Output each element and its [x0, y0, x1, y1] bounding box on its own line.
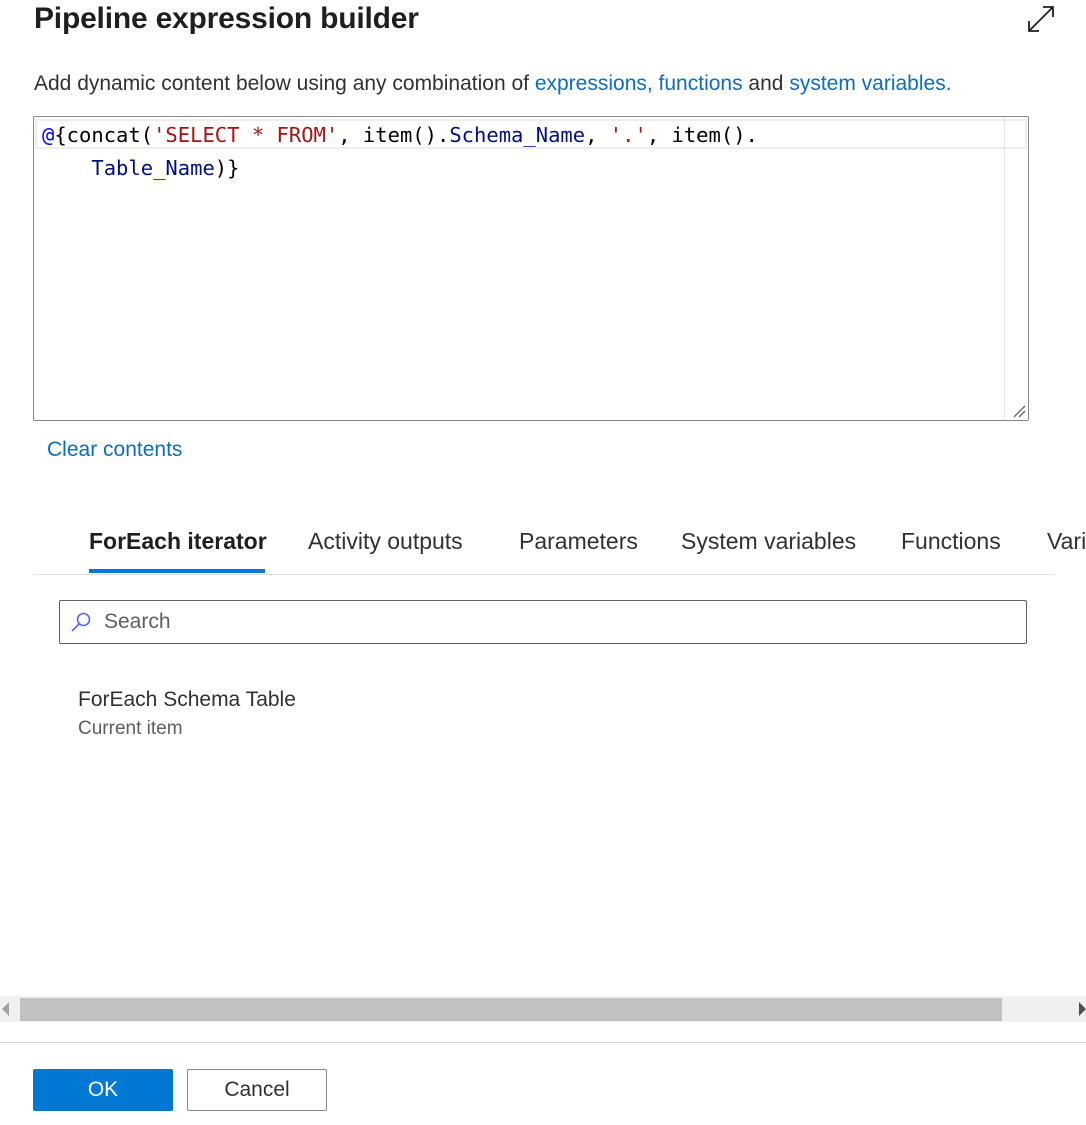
clear-contents-link[interactable]: Clear contents — [47, 438, 182, 462]
expressions-functions-link[interactable]: expressions, functions — [535, 72, 743, 95]
expand-button[interactable] — [1024, 2, 1058, 36]
list-item[interactable]: ForEach Schema Table Current item — [78, 688, 296, 740]
tab-activity-outputs[interactable]: Activity outputs — [308, 528, 463, 555]
expression-editor[interactable]: @{concat('SELECT * FROM', item().Schema_… — [33, 116, 1029, 421]
description-and: and — [742, 72, 790, 95]
tab-bar: ForEach iterator Activity outputs Parame… — [33, 520, 1086, 575]
code-token: )} — [214, 156, 240, 180]
code-token: , item(). — [646, 123, 758, 147]
editor-ruler — [1004, 117, 1005, 420]
list-item-name: ForEach Schema Table — [78, 688, 296, 711]
tab-system-variables[interactable]: System variables — [681, 528, 856, 555]
tab-functions[interactable]: Functions — [901, 528, 1001, 555]
code-at-token: @ — [42, 123, 55, 147]
tab-foreach-iterator[interactable]: ForEach iterator — [89, 528, 267, 555]
code-property-token: Schema_Name — [449, 123, 586, 147]
horizontal-scrollbar[interactable] — [0, 996, 1086, 1022]
code-string-token: '.' — [609, 123, 647, 147]
description: Add dynamic content below using any comb… — [34, 72, 952, 96]
code-token: , — [585, 123, 610, 147]
search-box[interactable] — [59, 600, 1027, 644]
tab-variables[interactable]: Vari — [1047, 528, 1086, 555]
search-input[interactable] — [104, 607, 1004, 637]
expand-diagonal-icon — [1028, 6, 1054, 32]
code-property-token: Table_Name — [91, 156, 215, 180]
search-icon — [71, 612, 91, 632]
ok-button[interactable]: OK — [33, 1069, 173, 1111]
expression-code[interactable]: @{concat('SELECT * FROM', item().Schema_… — [42, 119, 758, 185]
resize-grip-icon[interactable] — [1012, 404, 1026, 418]
code-string-token: 'SELECT * FROM' — [153, 123, 339, 147]
tab-parameters[interactable]: Parameters — [519, 528, 638, 555]
cancel-button[interactable]: Cancel — [187, 1069, 327, 1111]
list-item-subtitle: Current item — [78, 718, 183, 739]
scroll-right-arrow-icon[interactable] — [1079, 1002, 1086, 1016]
description-text: Add dynamic content below using any comb… — [34, 72, 535, 95]
dialog-title: Pipeline expression builder — [34, 2, 419, 35]
scrollbar-thumb[interactable] — [20, 998, 1002, 1021]
footer-divider — [0, 1042, 1086, 1043]
code-token: , item(). — [338, 123, 450, 147]
active-tab-indicator — [89, 569, 265, 573]
code-token: {concat( — [54, 123, 154, 147]
scroll-left-arrow-icon[interactable] — [2, 1002, 9, 1016]
system-variables-link[interactable]: system variables. — [789, 72, 951, 95]
